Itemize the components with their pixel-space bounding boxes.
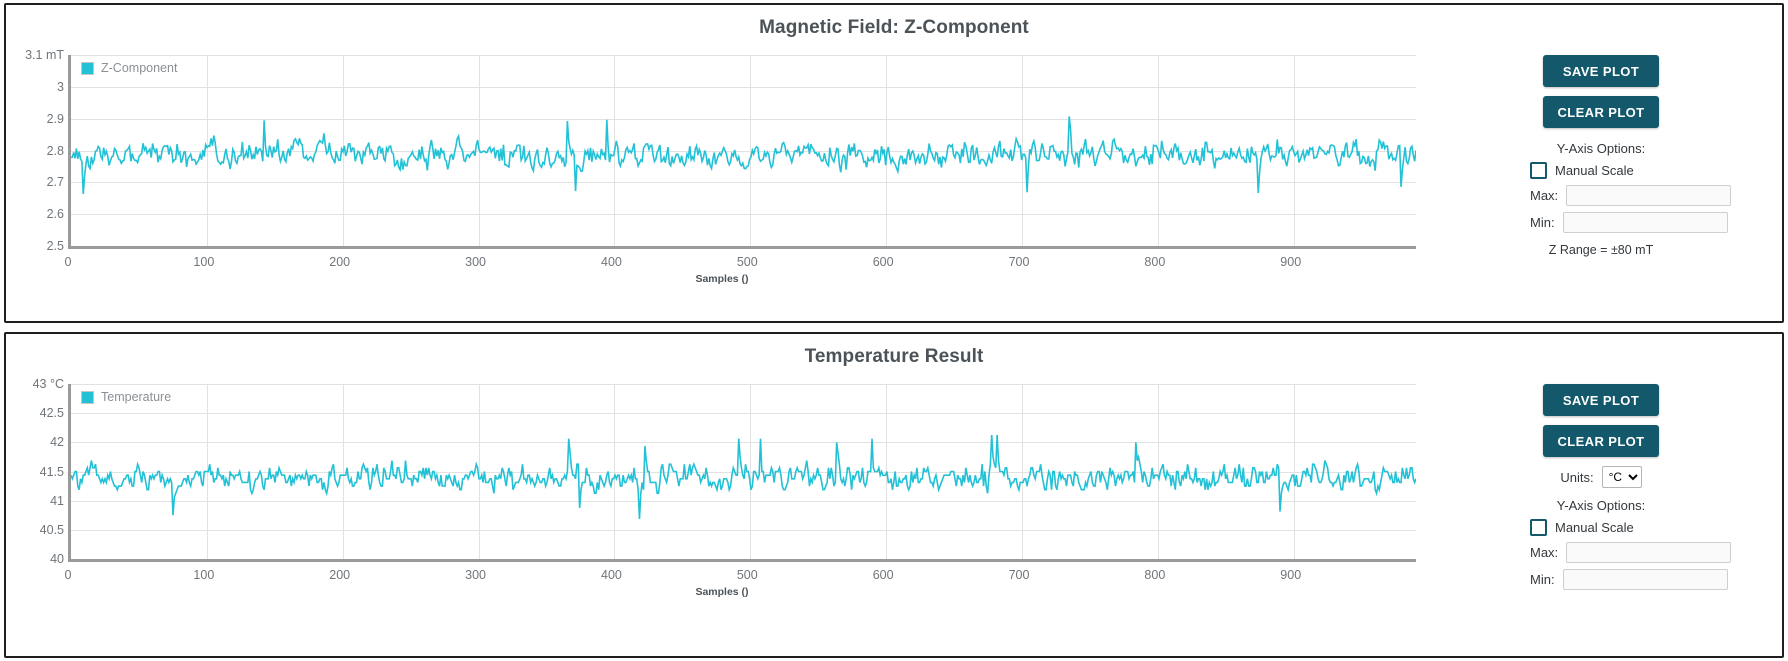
y-axis-options-label-temperature: Y-Axis Options: xyxy=(1556,498,1646,513)
min-input-temperature[interactable] xyxy=(1562,569,1728,590)
x-tick-label: 800 xyxy=(1144,568,1166,582)
z-range-note: Z Range = ±80 mT xyxy=(1548,243,1654,257)
legend-label-temperature: Temperature xyxy=(101,390,172,404)
max-row-magnetic: Max: xyxy=(1530,185,1732,206)
y-tick-label: 40 xyxy=(50,552,64,566)
x-tick-label: 800 xyxy=(1144,255,1166,269)
panel-magnetic-field: Magnetic Field: Z-Component 2.5 2.6 2.7 2.8… xyxy=(4,3,1784,323)
max-row-temperature: Max: xyxy=(1530,542,1732,563)
save-plot-button-magnetic[interactable]: SAVE PLOT xyxy=(1543,55,1659,87)
manual-scale-label-magnetic: Manual Scale xyxy=(1555,163,1634,178)
max-input-magnetic[interactable] xyxy=(1566,185,1732,206)
units-row-temperature: Units: °C°FK xyxy=(1530,466,1672,488)
x-tick-label: 400 xyxy=(600,568,622,582)
plot-area-temperature[interactable]: Temperature xyxy=(68,384,1416,562)
y-tick-label: 40.5 xyxy=(39,522,64,537)
legend-swatch-icon xyxy=(81,390,94,404)
x-tick-label: 300 xyxy=(465,255,486,269)
y-tick-label: 3.1 mT xyxy=(25,48,64,62)
x-tick-label: 700 xyxy=(1008,255,1030,269)
x-tick-label: 900 xyxy=(1280,568,1302,582)
max-input-temperature[interactable] xyxy=(1566,542,1732,563)
x-tick-label: 400 xyxy=(600,255,622,269)
series-polyline xyxy=(71,435,1416,519)
units-label-temperature: Units: xyxy=(1560,469,1594,485)
x-tick-label: 200 xyxy=(329,568,351,582)
x-tick-label: 600 xyxy=(872,255,894,269)
y-tick-label: 2.9 xyxy=(46,111,64,126)
clear-plot-button-magnetic[interactable]: CLEAR PLOT xyxy=(1543,96,1659,128)
x-axis-title-temperature: Samples () xyxy=(695,586,749,598)
panel-body-temperature: 40 40.5 41 41.5 42 42.5 43 °C Temperature 0 100… xyxy=(6,374,1782,598)
min-row-magnetic: Min: xyxy=(1530,212,1728,233)
page-title-magnetic: Magnetic Field: Z-Component xyxy=(759,17,1029,38)
y-tick-label: 42 xyxy=(50,435,64,450)
max-label-magnetic: Max: xyxy=(1530,188,1559,203)
legend-magnetic[interactable]: Z-Component xyxy=(81,61,177,75)
min-input-magnetic[interactable] xyxy=(1562,212,1728,233)
y-tick-label: 41.5 xyxy=(39,464,64,479)
x-tick-label: 600 xyxy=(872,568,894,582)
x-tick-label: 300 xyxy=(465,568,486,582)
manual-scale-checkbox-magnetic[interactable] xyxy=(1530,162,1547,179)
y-tick-label: 2.6 xyxy=(46,207,64,222)
plot-area-magnetic[interactable]: Z-Component xyxy=(68,55,1416,249)
min-label-temperature: Min: xyxy=(1530,572,1555,587)
controls-temperature: SAVE PLOT CLEAR PLOT Units: °C°FK Y-Axis… xyxy=(1438,374,1782,596)
manual-scale-label-temperature: Manual Scale xyxy=(1555,520,1634,535)
manual-scale-checkbox-temperature[interactable] xyxy=(1530,519,1547,536)
panel-body-magnetic: 2.5 2.6 2.7 2.8 2.9 3 3.1 mT Z-Component 0 100 2… xyxy=(6,45,1782,285)
series-polyline xyxy=(71,116,1416,194)
x-tick-label: 700 xyxy=(1008,568,1030,582)
y-axis-options-label-magnetic: Y-Axis Options: xyxy=(1556,141,1646,156)
controls-magnetic: SAVE PLOT CLEAR PLOT Y-Axis Options: Man… xyxy=(1438,45,1782,257)
min-row-temperature: Min: xyxy=(1530,569,1728,590)
max-label-temperature: Max: xyxy=(1530,545,1559,560)
legend-label-magnetic: Z-Component xyxy=(101,61,178,75)
sensor-dashboard: Magnetic Field: Z-Component 2.5 2.6 2.7 2.8… xyxy=(0,0,1788,661)
manual-scale-row-temperature: Manual Scale xyxy=(1530,519,1672,536)
legend-swatch-icon xyxy=(81,61,94,75)
x-tick-label: 100 xyxy=(193,255,215,269)
legend-temperature[interactable]: Temperature xyxy=(81,390,171,404)
x-axis-title-magnetic: Samples () xyxy=(695,273,749,285)
x-tick-label: 500 xyxy=(736,568,758,582)
x-tick-label: 900 xyxy=(1280,255,1302,269)
panel-temperature: Temperature Result 40 40.5 41 41.5 42 42.5 43 … xyxy=(4,332,1784,658)
units-select-temperature[interactable]: °C°FK xyxy=(1601,466,1642,488)
page-title-temperature: Temperature Result xyxy=(804,346,984,367)
save-plot-button-temperature[interactable]: SAVE PLOT xyxy=(1543,384,1659,416)
x-tick-label: 500 xyxy=(736,255,758,269)
x-tick-label: 200 xyxy=(329,255,351,269)
series-line-magnetic xyxy=(71,55,1416,246)
clear-plot-button-temperature[interactable]: CLEAR PLOT xyxy=(1543,425,1659,457)
y-tick-label: 41 xyxy=(50,493,64,508)
y-tick-label: 43 °C xyxy=(32,377,64,391)
min-label-magnetic: Min: xyxy=(1530,215,1555,230)
x-tick-label: 100 xyxy=(193,568,215,582)
manual-scale-row-magnetic: Manual Scale xyxy=(1530,162,1672,179)
y-tick-label: 2.5 xyxy=(46,239,64,253)
y-tick-label: 2.7 xyxy=(46,175,64,190)
y-tick-label: 2.8 xyxy=(46,143,64,158)
x-tick-label: 0 xyxy=(64,255,72,269)
y-tick-label: 42.5 xyxy=(39,406,64,421)
series-line-temperature xyxy=(71,384,1416,559)
y-tick-label: 3 xyxy=(57,79,64,94)
x-tick-label: 0 xyxy=(64,568,72,582)
